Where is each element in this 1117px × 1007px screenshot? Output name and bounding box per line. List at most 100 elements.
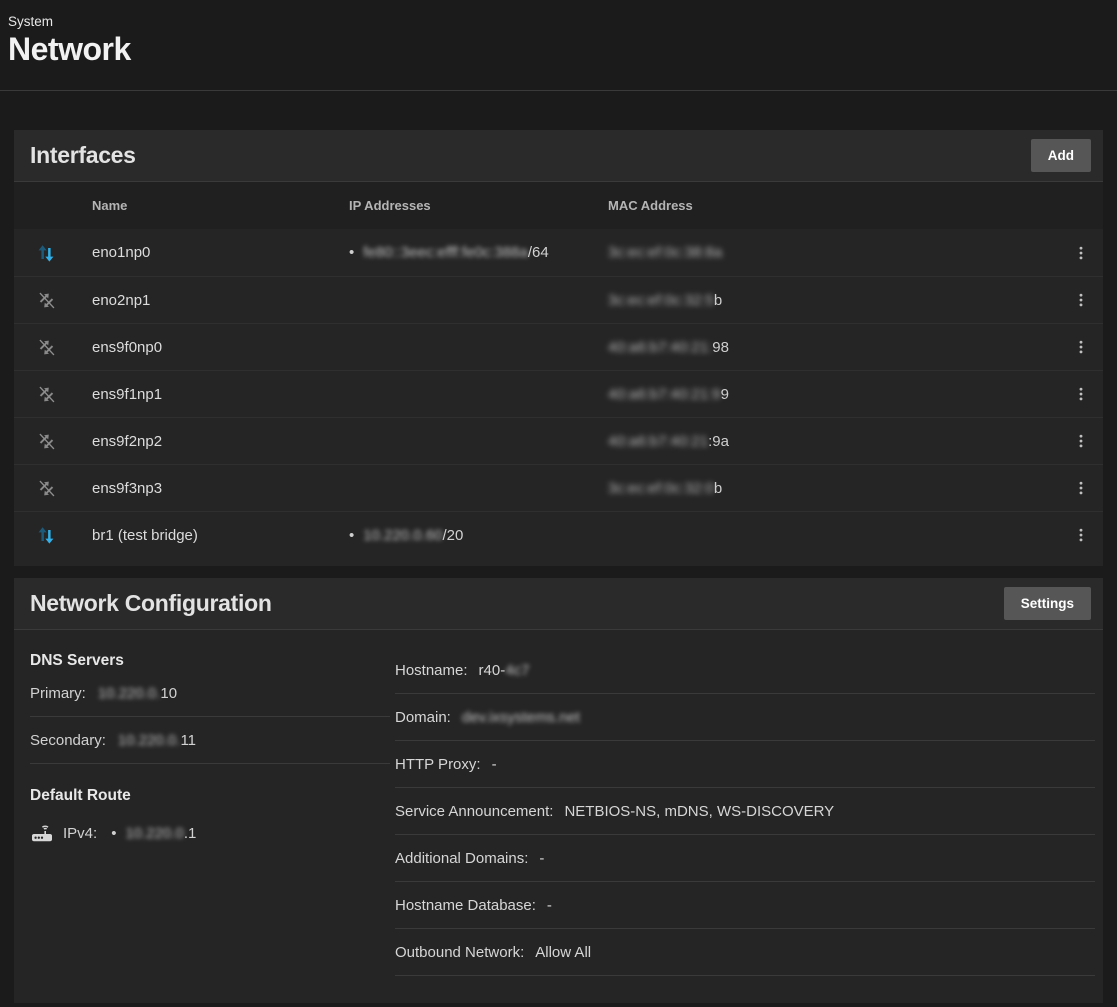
network-config-card: Network Configuration Settings DNS Serve… — [14, 578, 1103, 1003]
config-right-column: Hostname: r40-4c7 Domain: dev.ixsystems.… — [395, 630, 1095, 976]
config-left-column: DNS Servers Primary: 10.220.0.10 Seconda… — [30, 630, 390, 845]
interface-name: eno1np0 — [78, 244, 335, 261]
interface-row[interactable]: ens9f3np3 3c:ec:ef:0c:32:0b — [14, 464, 1103, 511]
config-row-value: - — [539, 850, 544, 867]
column-header-ip-addresses: IP Addresses — [335, 198, 594, 213]
interface-mac-cell: 40:a6:b7:40:21:9a — [594, 433, 1059, 450]
interface-inactive-icon — [36, 337, 57, 358]
row-menu-button[interactable] — [1059, 526, 1103, 544]
list-bullet: • — [111, 825, 116, 842]
interface-active-icon — [35, 524, 57, 546]
interface-name: ens9f1np1 — [78, 386, 335, 403]
interfaces-table-body: eno1np0 •fe80::3eec:efff:fe0c:388a/64 3c… — [14, 229, 1103, 558]
list-bullet: • — [349, 527, 354, 544]
interfaces-card-title: Interfaces — [30, 142, 136, 169]
interface-name: br1 (test bridge) — [78, 527, 335, 544]
config-row-value: r40-4c7 — [479, 662, 530, 679]
interfaces-card-header: Interfaces Add — [14, 130, 1103, 182]
interfaces-card: Interfaces Add Name IP Addresses MAC Add… — [14, 130, 1103, 566]
row-menu-button[interactable] — [1059, 244, 1103, 262]
config-row-label: Hostname: — [395, 662, 468, 679]
interface-mac-cell: 40:a6:b7:40:21:99 — [594, 386, 1059, 403]
dns-secondary-value: 10.220.0.11 — [118, 732, 196, 749]
dns-primary-row: Primary: 10.220.0.10 — [30, 670, 390, 717]
interface-row[interactable]: br1 (test bridge) •10.220.0.60/20 — [14, 511, 1103, 558]
add-interface-button[interactable]: Add — [1031, 139, 1091, 172]
config-row-label: Domain: — [395, 709, 451, 726]
interface-state-cell — [14, 431, 78, 452]
interface-row[interactable]: eno1np0 •fe80::3eec:efff:fe0c:388a/64 3c… — [14, 229, 1103, 276]
config-row-label: Outbound Network: — [395, 944, 524, 961]
column-header-name: Name — [78, 198, 335, 213]
ipv4-label: IPv4: — [63, 825, 97, 842]
row-menu-button[interactable] — [1059, 338, 1103, 356]
config-row-value: dev.ixsystems.net — [462, 709, 580, 726]
dns-servers-heading: DNS Servers — [30, 652, 390, 670]
row-menu-button[interactable] — [1059, 479, 1103, 497]
config-row-value: - — [492, 756, 497, 773]
title-divider — [0, 90, 1117, 91]
dns-primary-value: 10.220.0.10 — [98, 685, 177, 702]
interface-state-cell — [14, 524, 78, 546]
column-header-mac-address: MAC Address — [594, 198, 1059, 213]
default-route-ipv4-row: IPv4: • 10.220.0.1 — [30, 821, 390, 845]
interface-state-cell — [14, 242, 78, 264]
list-bullet: • — [349, 244, 354, 261]
dns-secondary-row: Secondary: 10.220.0.11 — [30, 717, 390, 764]
kebab-menu-icon — [1072, 244, 1090, 262]
network-config-card-header: Network Configuration Settings — [14, 578, 1103, 630]
interface-mac-cell: 3c:ec:ef:0c:32:0b — [594, 480, 1059, 497]
interface-active-icon — [35, 242, 57, 264]
row-menu-button[interactable] — [1059, 432, 1103, 450]
network-config-card-title: Network Configuration — [30, 590, 272, 617]
interface-name: ens9f3np3 — [78, 480, 335, 497]
config-row-value: - — [547, 897, 552, 914]
kebab-menu-icon — [1072, 291, 1090, 309]
network-config-body: DNS Servers Primary: 10.220.0.10 Seconda… — [14, 630, 1103, 976]
kebab-menu-icon — [1072, 479, 1090, 497]
interface-name: eno2np1 — [78, 292, 335, 309]
interface-name: ens9f0np0 — [78, 339, 335, 356]
config-row: Outbound Network: Allow All — [395, 929, 1095, 976]
row-menu-button[interactable] — [1059, 291, 1103, 309]
interface-row[interactable]: ens9f1np1 40:a6:b7:40:21:99 — [14, 370, 1103, 417]
page-title: Network — [8, 31, 131, 68]
config-row: Domain: dev.ixsystems.net — [395, 694, 1095, 741]
interface-state-cell — [14, 384, 78, 405]
interface-row[interactable]: ens9f0np0 40:a6:b7:40:21:98 — [14, 323, 1103, 370]
interface-name: ens9f2np2 — [78, 433, 335, 450]
row-menu-button[interactable] — [1059, 385, 1103, 403]
config-row: Hostname: r40-4c7 — [395, 647, 1095, 694]
interface-mac-cell: 40:a6:b7:40:21:98 — [594, 339, 1059, 356]
default-route-value: 10.220.0.1 — [125, 825, 196, 842]
config-row-label: Service Announcement: — [395, 803, 553, 820]
config-row-value: NETBIOS-NS, mDNS, WS-DISCOVERY — [564, 803, 834, 820]
interface-row[interactable]: eno2np1 3c:ec:ef:0c:32:5b — [14, 276, 1103, 323]
interface-ip-cell: •10.220.0.60/20 — [335, 527, 594, 544]
config-row: Service Announcement: NETBIOS-NS, mDNS, … — [395, 788, 1095, 835]
kebab-menu-icon — [1072, 526, 1090, 544]
kebab-menu-icon — [1072, 432, 1090, 450]
interface-mac-cell: 3c:ec:ef:0c:32:5b — [594, 292, 1059, 309]
config-row-label: HTTP Proxy: — [395, 756, 481, 773]
interface-inactive-icon — [36, 431, 57, 452]
config-row: Hostname Database: - — [395, 882, 1095, 929]
interface-state-cell — [14, 290, 78, 311]
config-row-label: Additional Domains: — [395, 850, 528, 867]
interface-inactive-icon — [36, 478, 57, 499]
interface-row[interactable]: ens9f2np2 40:a6:b7:40:21:9a — [14, 417, 1103, 464]
settings-button[interactable]: Settings — [1004, 587, 1091, 620]
kebab-menu-icon — [1072, 385, 1090, 403]
interface-state-cell — [14, 478, 78, 499]
interface-inactive-icon — [36, 384, 57, 405]
interface-state-cell — [14, 337, 78, 358]
interfaces-table-header: Name IP Addresses MAC Address — [14, 182, 1103, 229]
breadcrumb-system[interactable]: System — [8, 14, 53, 29]
router-icon — [30, 821, 54, 845]
config-row-label: Hostname Database: — [395, 897, 536, 914]
config-row: HTTP Proxy: - — [395, 741, 1095, 788]
config-row-value: Allow All — [535, 944, 591, 961]
kebab-menu-icon — [1072, 338, 1090, 356]
interface-mac-cell: 3c:ec:ef:0c:38:8a — [594, 244, 1059, 261]
dns-primary-label: Primary: — [30, 685, 86, 702]
